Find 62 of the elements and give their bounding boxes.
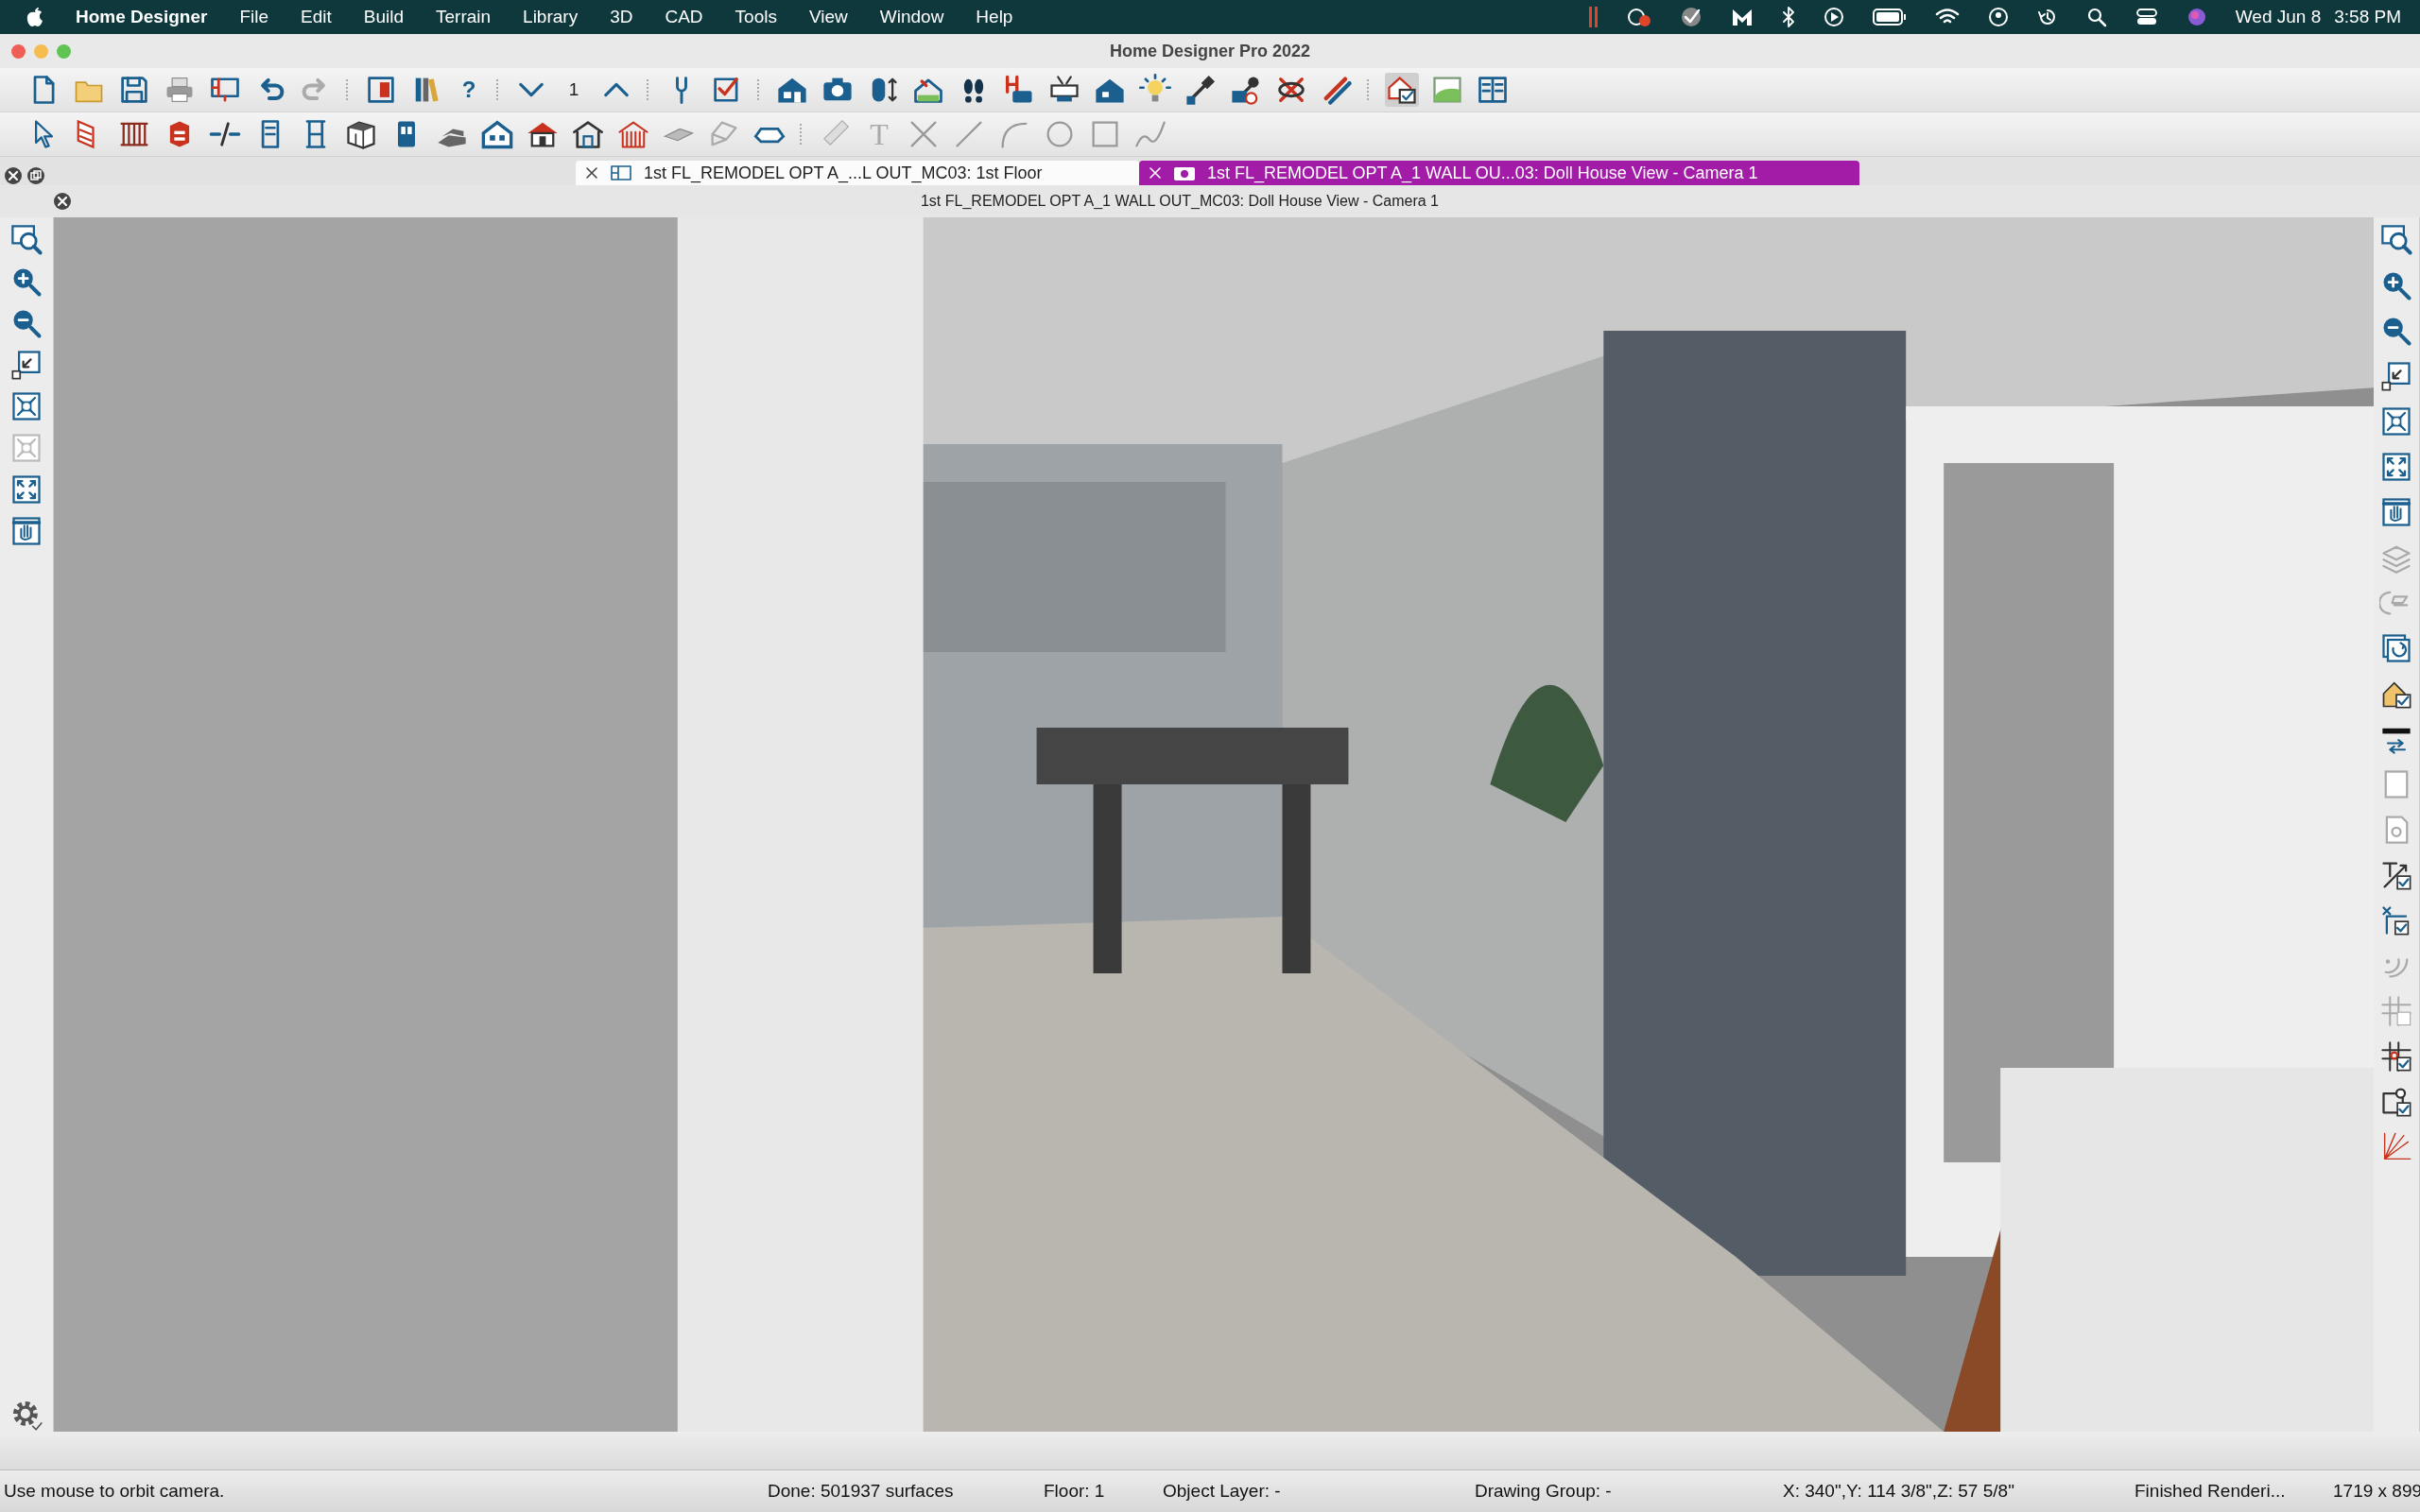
status-text: Floor: 1 bbox=[1044, 1481, 1106, 1502]
document-tab[interactable]: 1st FL_REMODEL OPT A_...L OUT_MC03: 1st Floor bbox=[576, 161, 1139, 185]
menu-item[interactable]: 3D bbox=[610, 7, 633, 27]
play-circle-icon[interactable] bbox=[1823, 7, 1844, 27]
m-logo-icon[interactable] bbox=[1730, 7, 1754, 27]
floor-plan-icon bbox=[610, 163, 632, 182]
status-text: X: 340",Y: 114 3/8",Z: 57 5/8" bbox=[1783, 1481, 2015, 1502]
fullscreen-icon[interactable] bbox=[2379, 450, 2413, 484]
menu-item[interactable]: Build bbox=[363, 7, 404, 27]
clock-history-icon[interactable] bbox=[2036, 7, 2058, 27]
app-menu[interactable]: Home Designer bbox=[76, 7, 208, 27]
undo-zoom-icon[interactable] bbox=[2379, 359, 2413, 393]
menu-item[interactable]: CAD bbox=[665, 7, 703, 27]
status-text: Use mouse to orbit camera. bbox=[4, 1481, 226, 1502]
cloud-record-icon[interactable] bbox=[1626, 7, 1651, 27]
menu-bar-time: 3:58 PM bbox=[2334, 7, 2401, 27]
floor-number: 1 bbox=[567, 79, 580, 100]
fill-window-icon[interactable] bbox=[2379, 404, 2413, 438]
close-button[interactable] bbox=[11, 43, 26, 59]
bluetooth-icon[interactable] bbox=[1781, 7, 1795, 27]
assistant-orb-icon[interactable] bbox=[2186, 7, 2207, 27]
menu-item[interactable]: Edit bbox=[301, 7, 332, 27]
status-text: Done: 501937 surfaces bbox=[768, 1481, 955, 1502]
object-checkbox-icon[interactable] bbox=[2379, 1085, 2413, 1119]
close-all-icon[interactable] bbox=[4, 166, 23, 185]
rotate-view-icon[interactable] bbox=[2379, 631, 2413, 665]
eyedropper-icon[interactable] bbox=[1184, 73, 1218, 107]
pan-hand-icon[interactable] bbox=[2379, 495, 2413, 529]
window-title: Home Designer Pro 2022 bbox=[1108, 41, 1312, 61]
fill-window-icon[interactable] bbox=[9, 389, 43, 423]
battery-icon[interactable] bbox=[1872, 8, 1907, 26]
menu-item[interactable]: Help bbox=[976, 7, 1013, 27]
apple-logo-icon[interactable] bbox=[26, 7, 43, 27]
close-icon[interactable] bbox=[585, 166, 598, 180]
menu-item[interactable]: Tools bbox=[735, 7, 777, 27]
zoom-window-icon[interactable] bbox=[9, 223, 43, 257]
document-tab[interactable]: 1st FL_REMODEL OPT A_1 WALL OU...03: Doll House View - Camera 1 bbox=[1139, 161, 1859, 185]
menu-item[interactable]: View bbox=[808, 7, 848, 27]
help-button[interactable]: ? bbox=[455, 77, 483, 103]
user-icon[interactable] bbox=[1987, 7, 2009, 27]
menu-bar-date: Wed Jun 8 bbox=[2235, 7, 2322, 27]
menu-item[interactable]: Library bbox=[523, 7, 579, 27]
fullscreen-icon[interactable] bbox=[9, 472, 43, 507]
check-circle-icon[interactable] bbox=[1679, 6, 1703, 28]
menu-item[interactable]: Window bbox=[879, 7, 944, 27]
grid-checkbox-icon[interactable] bbox=[2379, 994, 2413, 1028]
pause-icon[interactable] bbox=[1588, 7, 1599, 27]
zoom-window-icon[interactable] bbox=[2379, 223, 2413, 257]
status-text: Finished Renderi... bbox=[2135, 1481, 2287, 1502]
plan-check-icon[interactable] bbox=[1385, 73, 1419, 107]
undo-zoom-icon[interactable] bbox=[9, 348, 43, 382]
status-text: Object Layer: - bbox=[1163, 1481, 1282, 1502]
control-center-icon[interactable] bbox=[2135, 7, 2158, 27]
pan-hand-icon[interactable] bbox=[9, 514, 43, 548]
status-text: Drawing Group: - bbox=[1475, 1481, 1613, 1502]
menu-item[interactable]: Terrain bbox=[436, 7, 492, 27]
menu-item[interactable]: File bbox=[239, 7, 268, 27]
view-title: 1st FL_REMODEL OPT A_1 WALL OUT_MC03: Doll House View - Camera 1 bbox=[919, 193, 1440, 210]
restore-icon[interactable] bbox=[26, 166, 45, 185]
grid-target-icon[interactable] bbox=[2379, 1040, 2413, 1074]
close-view-icon[interactable] bbox=[53, 192, 72, 211]
search-icon[interactable] bbox=[2085, 7, 2107, 27]
